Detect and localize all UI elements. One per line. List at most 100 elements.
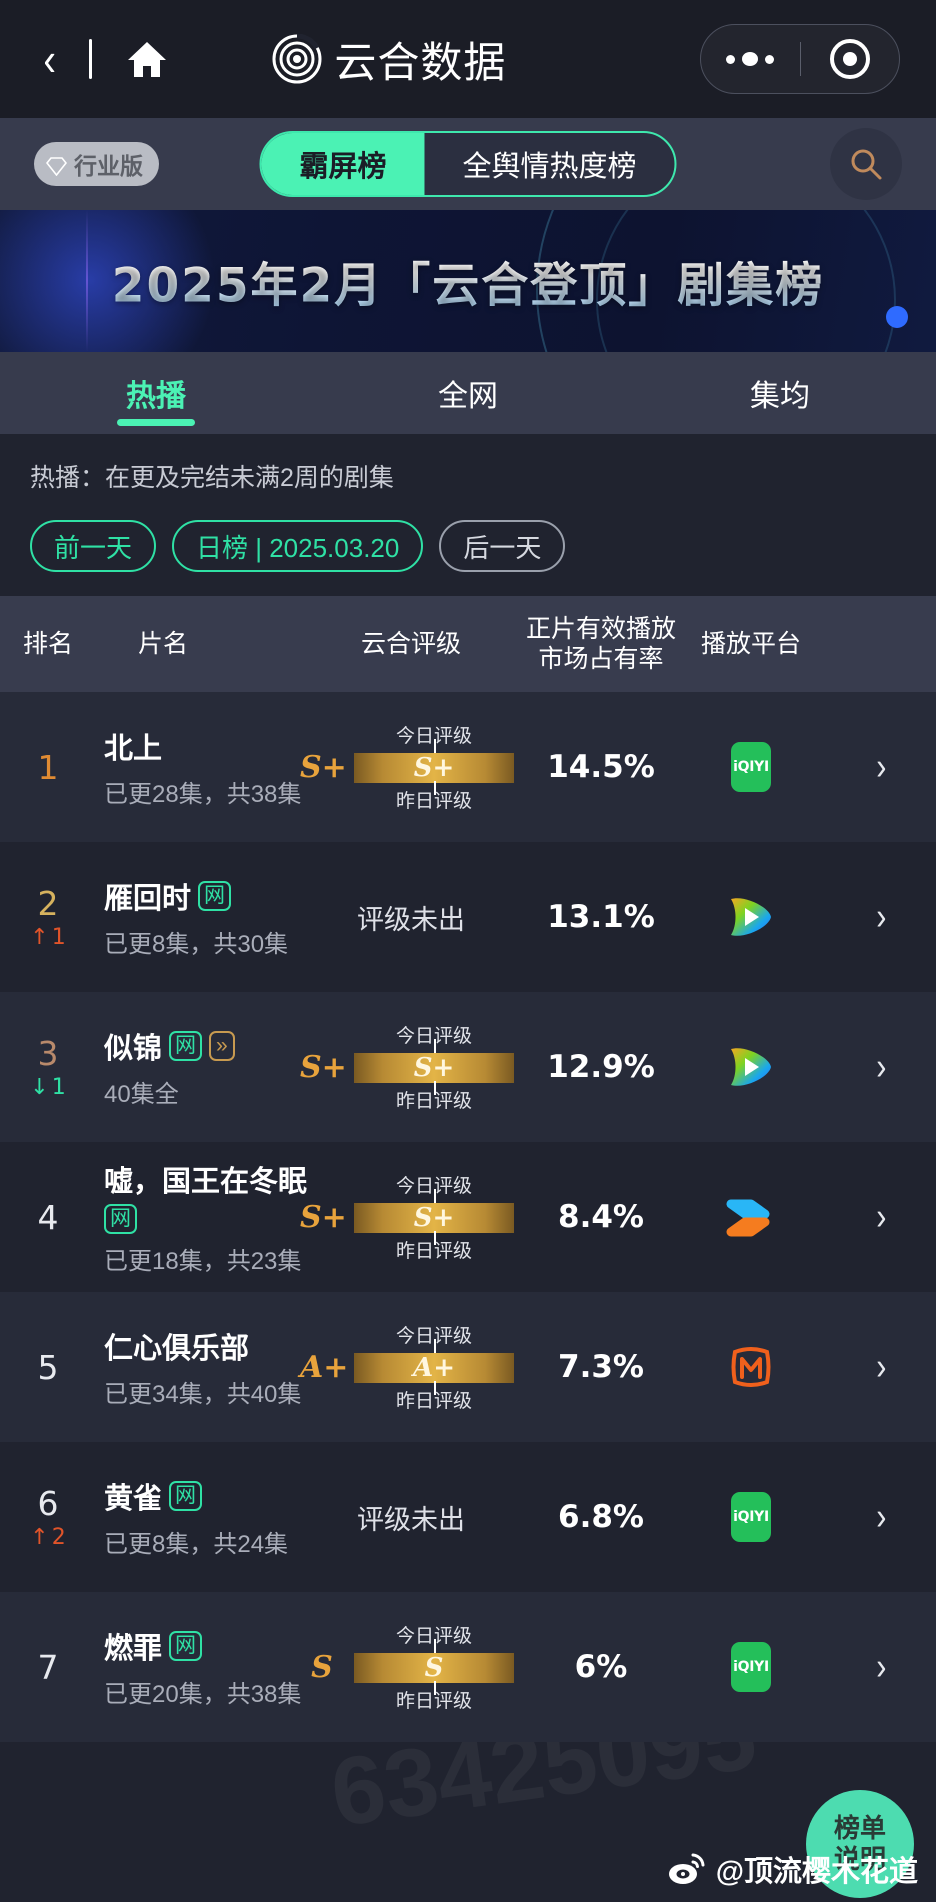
rank-cell: 5 xyxy=(0,1348,96,1387)
platform-cell[interactable] xyxy=(676,1194,826,1240)
title-cell[interactable]: 仁心俱乐部已更34集，共40集 xyxy=(96,1325,301,1409)
segment-bar: 行业版 霸屏榜 全舆情热度榜 xyxy=(0,118,936,210)
title-cell[interactable]: 雁回时网已更8集，共30集 xyxy=(96,875,296,959)
title-line: 北上 xyxy=(104,725,162,767)
rank-number: 7 xyxy=(37,1647,59,1687)
search-icon[interactable] xyxy=(830,128,902,200)
tab-jijun[interactable]: 集均 xyxy=(624,352,936,434)
column-header-grade: 云合评级 xyxy=(360,630,461,658)
rank-change-up: ↑ 1 xyxy=(30,925,66,950)
tag-network-exclusive: 网 xyxy=(169,1630,203,1662)
segment-quanyuqing[interactable]: 全舆情热度榜 xyxy=(425,133,675,195)
rank-number: 5 xyxy=(37,1347,59,1387)
prev-day-button[interactable]: 前一天 xyxy=(30,520,157,572)
grade-bar-value: S xyxy=(424,1653,444,1683)
table-row[interactable]: 1 北上 已更28集，共38集 S+ 今日评级 S+ 昨日评级 14.5% iQIYI › xyxy=(0,692,936,842)
grade-yesterday-label: 昨日评级 xyxy=(395,1241,473,1262)
rank-cell: 1 xyxy=(0,748,96,787)
next-day-button[interactable]: 后一天 xyxy=(439,520,566,572)
segment-baping[interactable]: 霸屏榜 xyxy=(261,133,425,195)
table-row[interactable]: 7 燃罪网已更20集，共38集 S 今日评级 S 昨日评级 6% iQIYI › xyxy=(0,1592,936,1742)
industry-badge[interactable]: 行业版 xyxy=(34,142,159,186)
column-header-rank: 排名 xyxy=(22,630,73,658)
grade-tick-top xyxy=(434,1039,436,1053)
title-cell[interactable]: 似锦网» 40集全 xyxy=(96,1025,296,1109)
grade-bar-group: 今日评级 S+ 昨日评级 xyxy=(354,1167,514,1267)
grade-yesterday-label: 昨日评级 xyxy=(395,791,473,812)
show-title: 嘘，国王在冬眠 xyxy=(104,1165,308,1198)
tab-rebo[interactable]: 热播 xyxy=(0,352,312,434)
chevron-left-icon[interactable]: ‹ xyxy=(43,36,56,82)
grade-bar-group: 今日评级 A+ 昨日评级 xyxy=(354,1317,514,1417)
title-cell[interactable]: 燃罪网已更20集，共38集 xyxy=(96,1625,301,1709)
platform-cell[interactable] xyxy=(676,893,826,941)
tag-network-exclusive: 网 xyxy=(169,1030,203,1062)
column-header-share: 正片有效播放 市场占有率 xyxy=(526,614,676,674)
rank-number: 4 xyxy=(37,1197,59,1237)
arrow-down-icon: ↓ xyxy=(30,1075,49,1100)
title-line: 仁心俱乐部 xyxy=(104,1325,249,1367)
home-icon[interactable] xyxy=(126,39,168,79)
table-row[interactable]: 2 ↑ 1 雁回时网已更8集，共30集 评级未出 13.1% › xyxy=(0,842,936,992)
column-header-platform: 播放平台 xyxy=(700,630,801,658)
hero-title: 2025年2月「云合登顶」剧集榜 xyxy=(112,247,825,316)
date-nav: 前一天 日榜 | 2025.03.20 后一天 xyxy=(30,520,906,596)
grade-tick-top xyxy=(434,739,436,753)
date-range-button[interactable]: 日榜 | 2025.03.20 xyxy=(172,520,424,572)
table-row[interactable]: 3 ↓ 1 似锦网» 40集全 S+ 今日评级 S+ 昨日评级 12.9% › xyxy=(0,992,936,1142)
row-detail-button[interactable]: › xyxy=(826,896,936,939)
tab-rebo-label: 热播 xyxy=(126,380,186,413)
row-detail-button[interactable]: › xyxy=(826,746,936,789)
mini-program-navbar: ‹ 云合数据 xyxy=(0,0,936,118)
app-screen: ‹ 云合数据 行业版 霸屏榜 全舆情热度榜 2025年2月「云合登顶」剧集榜 热… xyxy=(0,0,936,1902)
tab-underline xyxy=(117,419,195,426)
rank-cell: 6 ↑ 2 xyxy=(0,1484,96,1550)
platform-cell[interactable] xyxy=(676,1343,826,1391)
title-line: 燃罪网 xyxy=(104,1625,203,1667)
tab-quanwang[interactable]: 全网 xyxy=(312,352,624,434)
platform-logo-youku xyxy=(725,1194,777,1240)
table-row[interactable]: 6 ↑ 2 黄雀网已更8集，共24集 评级未出 6.8% iQIYI › xyxy=(0,1442,936,1592)
target-icon[interactable] xyxy=(801,39,900,79)
grade-cell: S 今日评级 S 昨日评级 xyxy=(296,1617,526,1717)
title-cell[interactable]: 北上已更28集，共38集 xyxy=(96,725,301,809)
chevron-right-icon: › xyxy=(875,1645,887,1688)
chevron-right-icon: › xyxy=(875,745,887,788)
platform-cell[interactable] xyxy=(676,1043,826,1091)
market-share-value: 8.4% xyxy=(558,1199,644,1235)
hero-blue-dot xyxy=(886,306,908,328)
rank-number: 1 xyxy=(37,747,59,787)
platform-logo-mango xyxy=(728,1343,774,1391)
platform-cell[interactable]: iQIYI xyxy=(676,1492,826,1542)
grade-yesterday-label: 昨日评级 xyxy=(395,1391,473,1412)
tag-network-exclusive: 网 xyxy=(198,880,232,912)
row-detail-button[interactable]: › xyxy=(826,1496,936,1539)
show-title: 北上 xyxy=(104,733,163,765)
segment-control: 霸屏榜 全舆情热度榜 xyxy=(259,131,677,197)
platform-cell[interactable]: iQIYI xyxy=(676,1642,826,1692)
episode-info: 已更34集，共40集 xyxy=(104,1381,302,1408)
grade-pending-label: 评级未出 xyxy=(357,904,465,935)
row-detail-button[interactable]: › xyxy=(826,1046,936,1089)
table-row[interactable]: 5 仁心俱乐部 已更34集，共40集 A+ 今日评级 A+ 昨日评级 7.3% › xyxy=(0,1292,936,1442)
row-detail-button[interactable]: › xyxy=(826,1346,936,1389)
table-row[interactable]: 4 嘘，国王在冬眠网 已更18集，共23集 S+ 今日评级 S+ 昨日评级 8.4% › xyxy=(0,1142,936,1292)
row-detail-button[interactable]: › xyxy=(826,1196,936,1239)
row-detail-button[interactable]: › xyxy=(826,1646,936,1689)
grade-bar-group: 今日评级 S+ 昨日评级 xyxy=(354,1017,514,1117)
grade-bar-value: S+ xyxy=(413,1053,455,1083)
title-line: 似锦网» xyxy=(104,1025,235,1067)
title-cell[interactable]: 黄雀网已更8集，共24集 xyxy=(96,1475,296,1559)
content-tabs: 热播 全网 集均 xyxy=(0,352,936,434)
show-title: 黄雀 xyxy=(104,1483,163,1515)
tab-jijun-label: 集均 xyxy=(750,380,810,413)
episode-info: 40集全 xyxy=(104,1081,179,1108)
platform-cell[interactable]: iQIYI xyxy=(676,742,826,792)
episode-info: 已更28集，共38集 xyxy=(104,781,302,808)
grade-bar-value: S+ xyxy=(413,1203,455,1233)
more-dots-icon[interactable] xyxy=(701,52,800,66)
grade-bar: S+ xyxy=(354,1203,514,1233)
tag-network-exclusive: 网 xyxy=(104,1203,137,1235)
title-cell[interactable]: 嘘，国王在冬眠网 已更18集，共23集 xyxy=(96,1158,307,1276)
page-title: 云合数据 xyxy=(334,38,507,86)
